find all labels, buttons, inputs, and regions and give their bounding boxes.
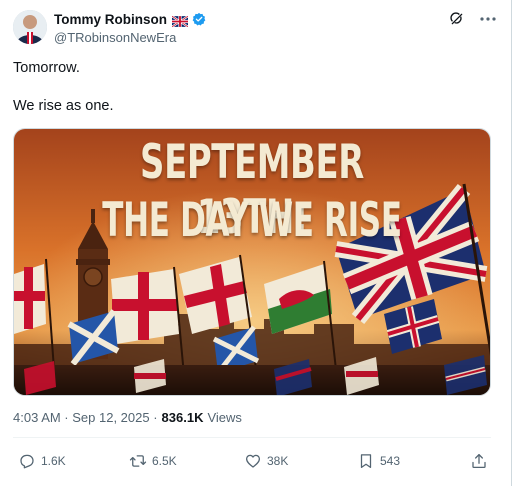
post-text-line-1: Tomorrow.: [13, 60, 80, 76]
share-icon: [472, 453, 486, 469]
post-meta: 4:03 AM · Sep 12, 2025 · 836.1K Views: [13, 410, 242, 425]
grok-icon[interactable]: [449, 11, 465, 27]
uk-flag-icon: [171, 14, 189, 28]
reply-count: 1.6K: [41, 454, 66, 468]
bookmark-icon: [360, 454, 372, 469]
repost-icon: [129, 455, 147, 467]
views-label: Views: [207, 410, 242, 425]
share-button[interactable]: [470, 452, 493, 470]
more-icon[interactable]: [479, 11, 497, 27]
post-header: Tommy Robinson @TRobinsonNewEra: [13, 10, 499, 46]
timestamp[interactable]: 4:03 AM · Sep 12, 2025 ·: [13, 410, 158, 425]
bookmark-button[interactable]: 543: [357, 452, 400, 470]
image-headline-line-2: THE DAY WE RISE: [102, 193, 402, 248]
display-name[interactable]: Tommy Robinson: [54, 12, 167, 27]
repost-button[interactable]: 6.5K: [129, 452, 177, 470]
like-count: 38K: [267, 454, 289, 468]
repost-count: 6.5K: [152, 454, 177, 468]
post-card: Tommy Robinson @TRobinsonNewEra Tomorrow…: [0, 0, 512, 486]
reply-button[interactable]: 1.6K: [18, 452, 66, 470]
author-handle[interactable]: @TRobinsonNewEra: [54, 30, 206, 45]
post-image[interactable]: SEPTEMBER 13TH: THE DAY WE RISE: [13, 128, 491, 396]
divider: [13, 437, 491, 438]
like-icon: [245, 454, 261, 468]
author-names: Tommy Robinson @TRobinsonNewEra: [54, 11, 206, 45]
verified-badge-icon: [192, 12, 206, 26]
action-bar: 1.6K 6.5K 38K 543: [13, 452, 491, 472]
views-count: 836.1K: [161, 410, 204, 425]
avatar[interactable]: [13, 10, 47, 44]
like-button[interactable]: 38K: [244, 452, 288, 470]
reply-icon: [20, 454, 34, 469]
post-text-line-2: We rise as one.: [13, 98, 114, 114]
bookmark-count: 543: [380, 454, 401, 468]
